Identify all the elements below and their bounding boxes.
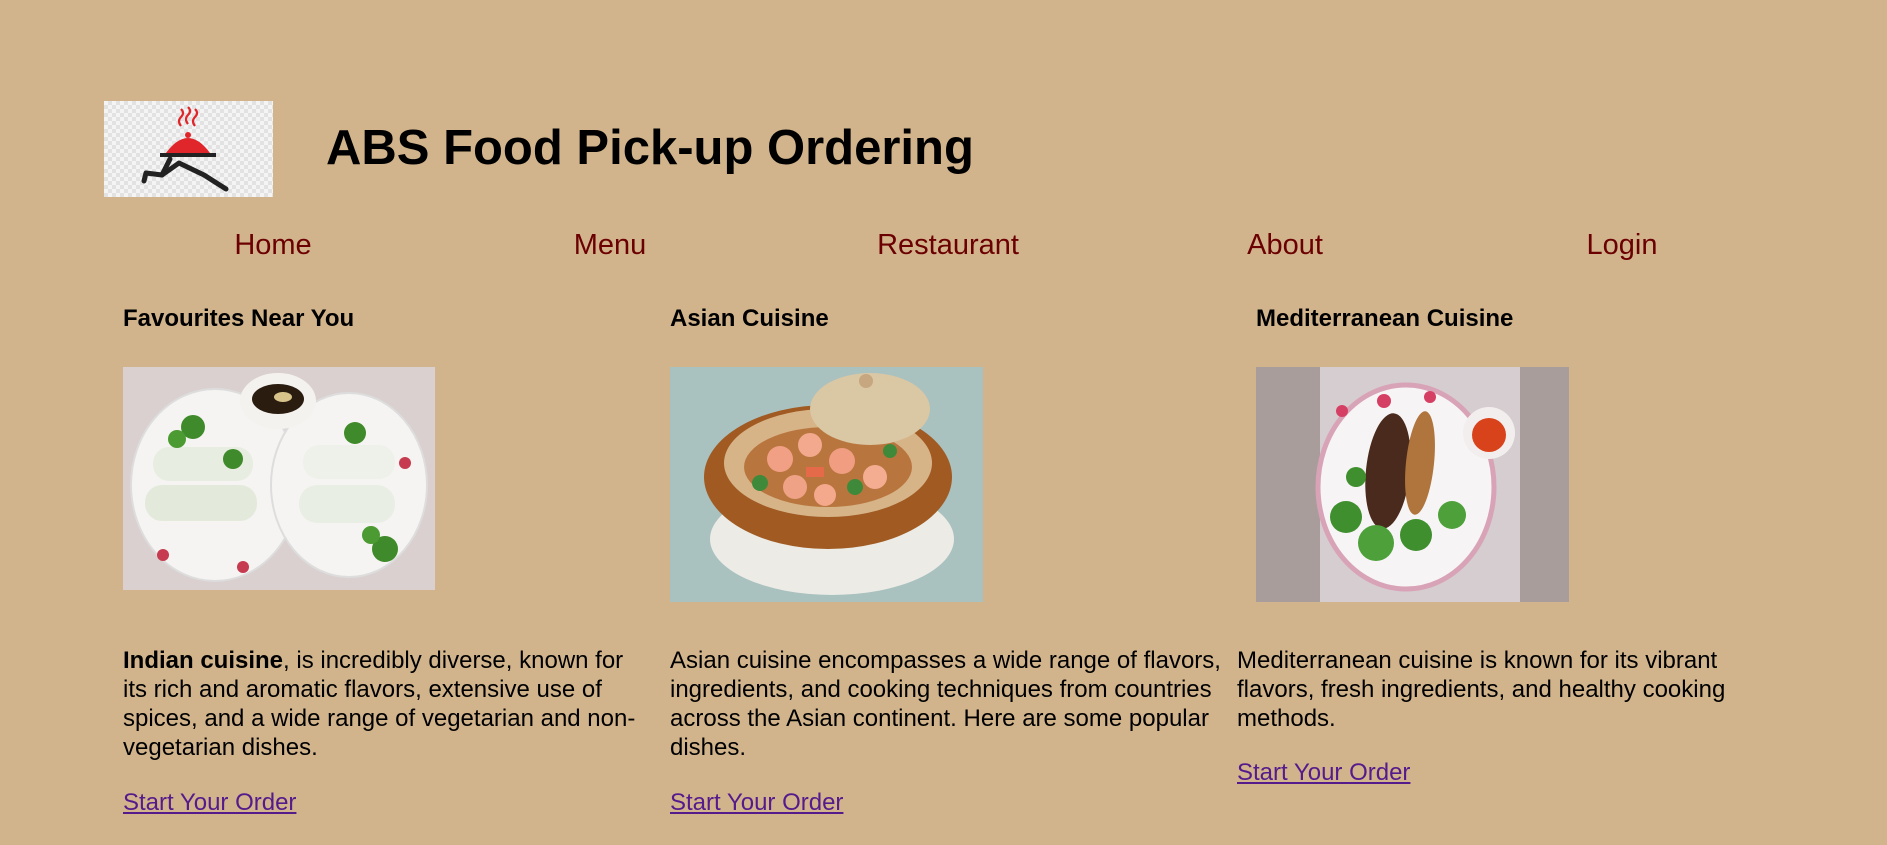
section-description-asian: Asian cuisine encompasses a wide range o… [670,647,1221,761]
nav-menu-link[interactable]: Menu [574,223,647,267]
running-food-cloche-icon [141,106,229,192]
shrimp-clay-pot-photo [670,367,983,602]
start-order-link-asian[interactable]: Start Your Order [670,788,843,818]
site-title: ABS Food Pick-up Ordering [326,121,974,175]
section-description-mediterranean: Mediterranean cuisine is known for its v… [1237,647,1726,732]
spring-rolls-photo [123,367,435,590]
start-order-link-mediterranean[interactable]: Start Your Order [1237,758,1410,788]
nav-restaurant-link[interactable]: Restaurant [877,223,1019,267]
mediterranean-heading-wrap: Mediterranean Cuisine [1256,302,1513,336]
asian-heading-wrap: Asian Cuisine [670,302,829,336]
section-heading-mediterranean: Mediterranean Cuisine [1256,305,1514,332]
favourites-heading-wrap: Favourites Near You [123,302,354,336]
section-heading-asian: Asian Cuisine [670,305,829,332]
main-nav: Home Menu Restaurant About Login [0,223,1887,267]
section-heading-favourites: Favourites Near You [123,305,355,332]
site-logo [104,101,273,197]
nav-about-link[interactable]: About [1247,223,1323,267]
grilled-meat-salad-photo [1256,367,1569,602]
start-order-link-indian[interactable]: Start Your Order [123,788,296,818]
section-description-indian: Indian cuisine, is incredibly diverse, k… [123,647,636,761]
nav-home-link[interactable]: Home [234,223,311,267]
nav-login-link[interactable]: Login [1587,223,1658,267]
